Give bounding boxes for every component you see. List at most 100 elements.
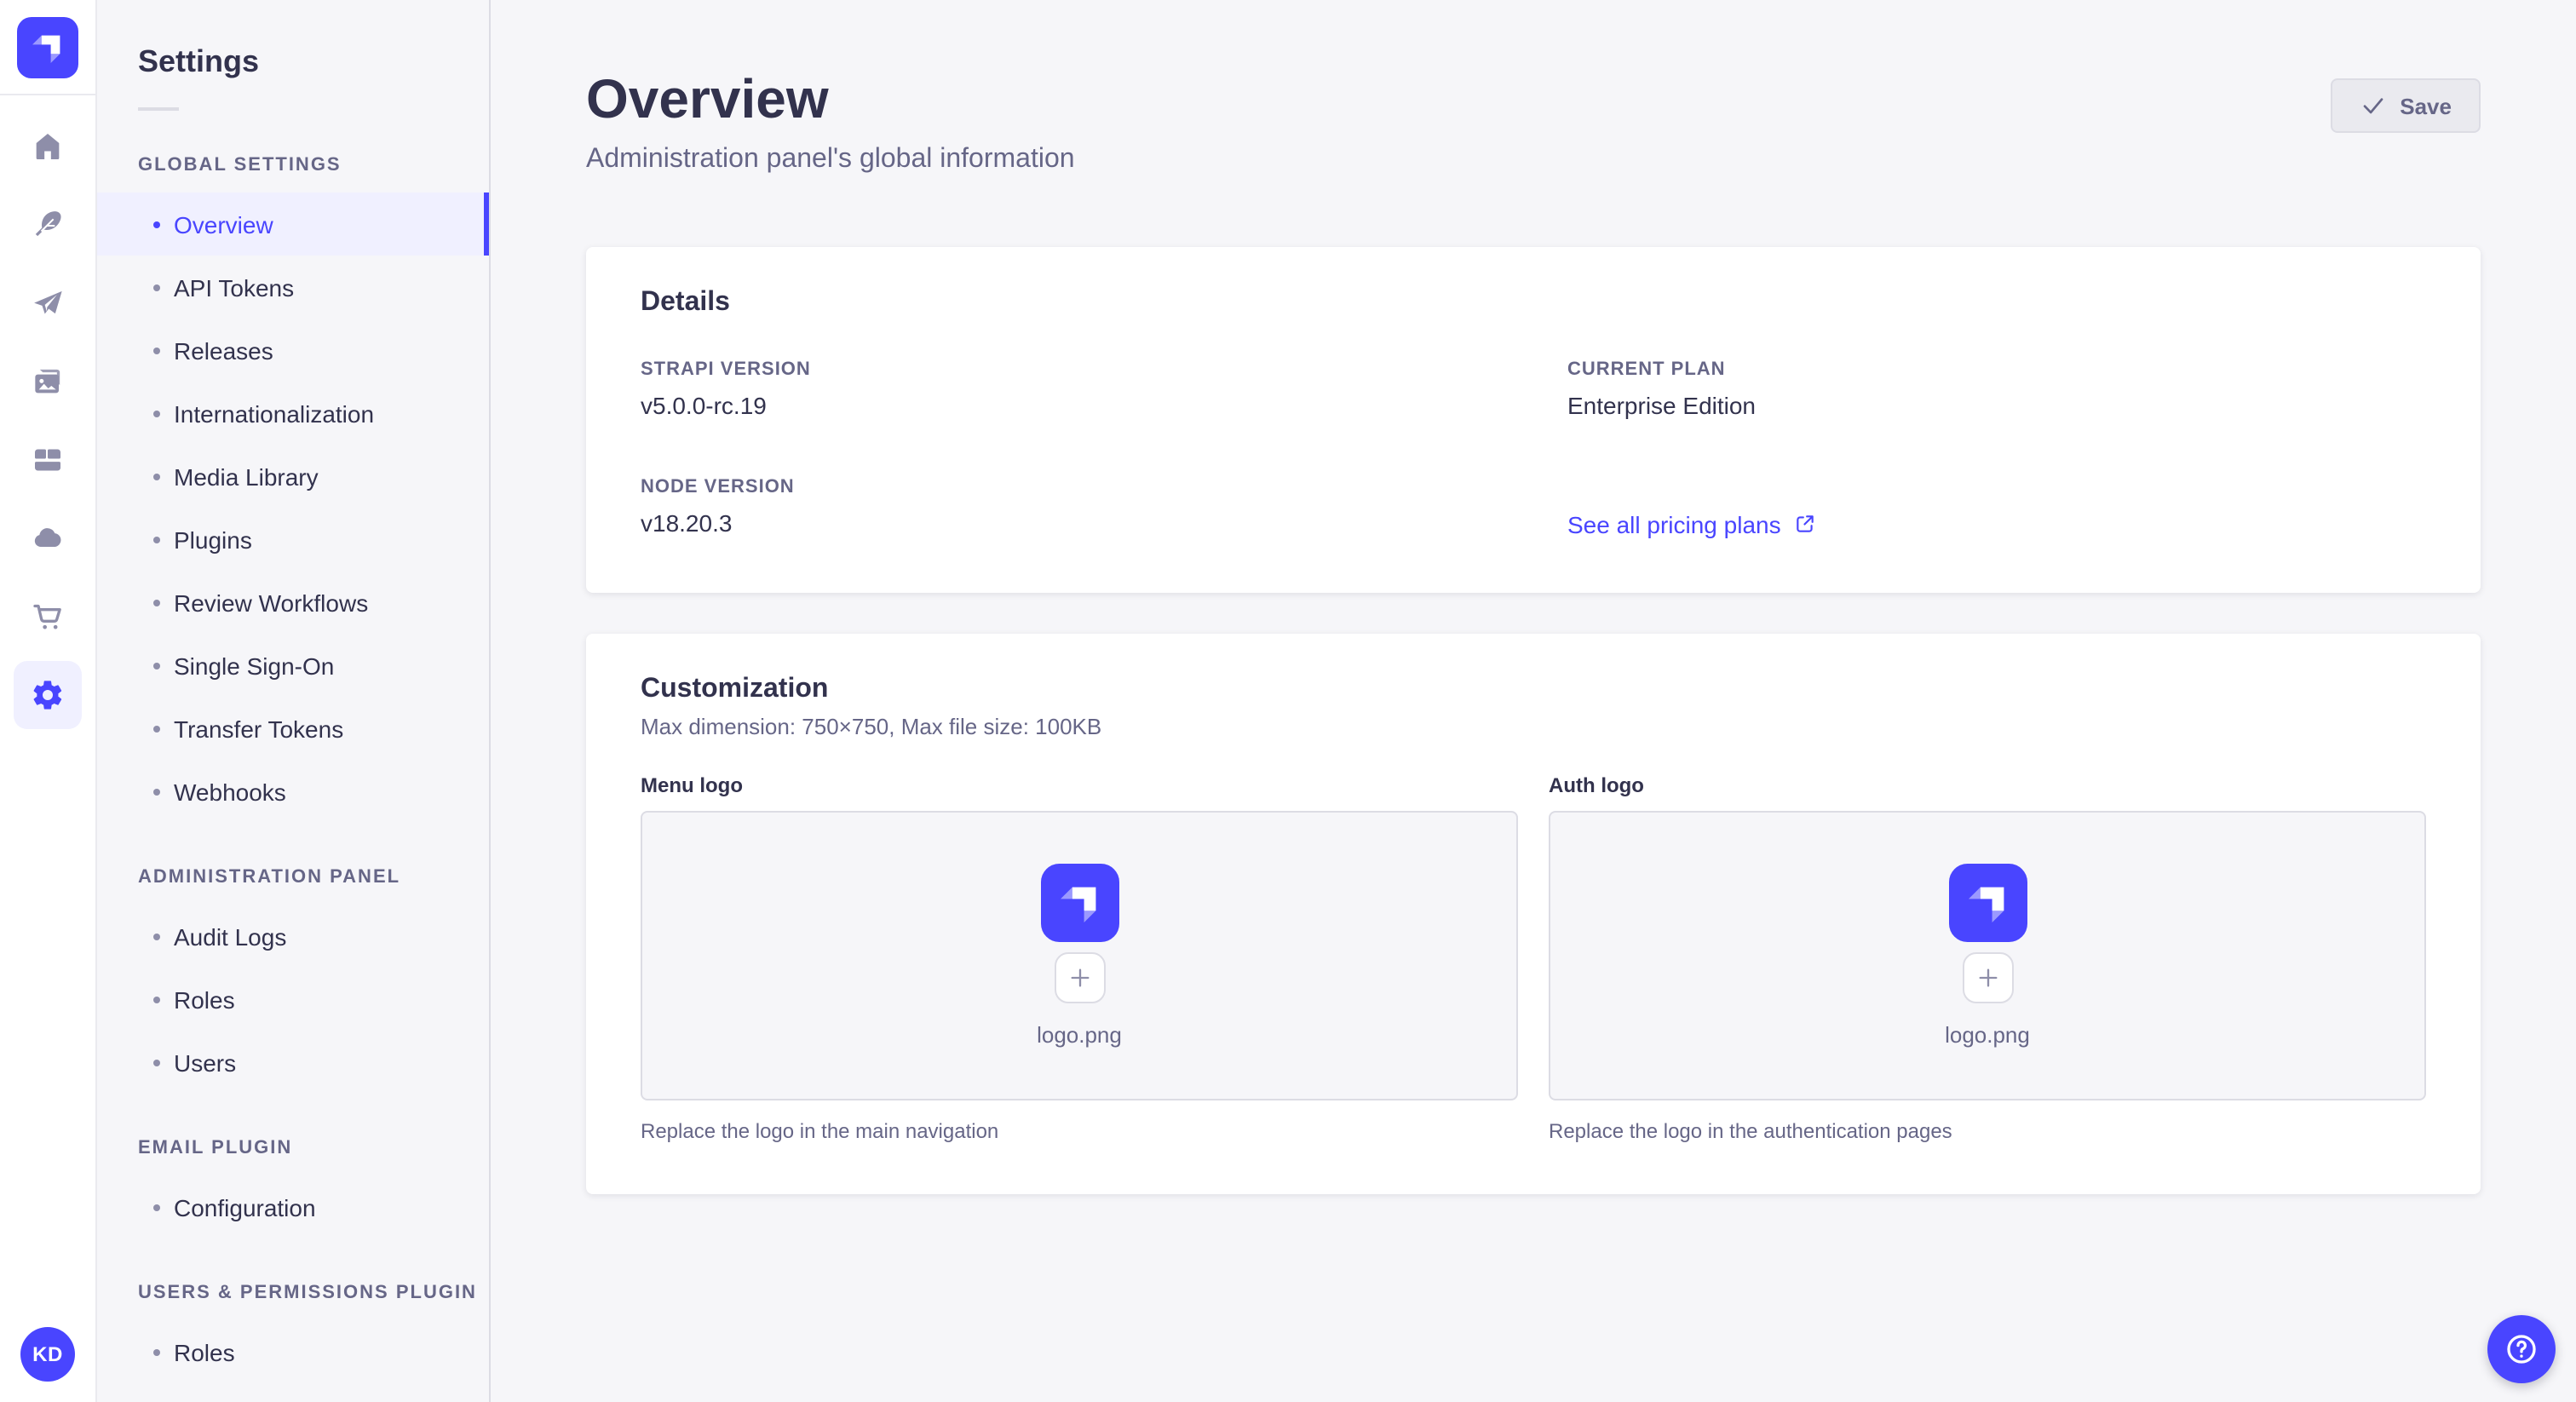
page-header: Overview Administration panel's global i… (586, 68, 2481, 175)
page-header-text: Overview Administration panel's global i… (586, 68, 1075, 175)
feather-icon[interactable] (14, 191, 82, 259)
sidebar-item-up-roles[interactable]: Roles (97, 1320, 489, 1383)
strapi-logo-preview (1948, 863, 2027, 942)
details-heading: Details (641, 287, 730, 317)
check-icon (2362, 98, 2383, 114)
section-label: ADMINISTRATION PANEL (138, 867, 401, 888)
menu-logo-label: Menu logo (641, 773, 743, 797)
sidebar-item-admin-users[interactable]: Users (97, 1031, 489, 1094)
menu-logo-block: Menu logo logo.png Replace the logo in t… (641, 773, 1518, 1143)
bullet-icon (153, 536, 160, 543)
bullet-icon (153, 221, 160, 227)
bullet-icon (153, 347, 160, 353)
auth-logo-filename: logo.png (1945, 1021, 2030, 1048)
main-content: Overview Administration panel's global i… (491, 0, 2576, 1402)
home-icon[interactable] (14, 112, 82, 181)
sidebar-title: Settings (138, 44, 260, 78)
details-left-column: STRAPI VERSION v5.0.0-rc.19 NODE VERSION… (641, 359, 1499, 542)
auth-logo-hint: Replace the logo in the authentication p… (1549, 1118, 1952, 1143)
bullet-icon (153, 599, 160, 606)
page-subtitle: Administration panel's global informatio… (586, 144, 1075, 174)
auth-logo-label: Auth logo (1549, 773, 1644, 797)
auth-logo-block: Auth logo logo.png Replace the logo in t… (1549, 773, 2426, 1143)
rail-icon-list (14, 95, 82, 1327)
cart-icon[interactable] (14, 583, 82, 651)
sidebar-item-review-workflows[interactable]: Review Workflows (97, 571, 489, 634)
plus-icon (1978, 968, 1997, 987)
bullet-icon (153, 1059, 160, 1066)
plus-icon (1070, 968, 1089, 987)
external-link-icon (1797, 515, 1814, 533)
details-right-column: CURRENT PLAN Enterprise Edition See all … (1567, 359, 2426, 542)
settings-sidebar: Settings GLOBAL SETTINGS Overview API To… (97, 0, 491, 1402)
field-label: NODE VERSION (641, 476, 795, 497)
bullet-icon (153, 933, 160, 939)
section-administration-panel: ADMINISTRATION PANEL Audit Logs Roles Us… (97, 867, 489, 1094)
menu-logo-filename: logo.png (1037, 1021, 1122, 1048)
add-menu-logo-button[interactable] (1054, 951, 1105, 1003)
user-avatar[interactable]: KD (20, 1327, 75, 1382)
strapi-version-field: STRAPI VERSION v5.0.0-rc.19 (641, 359, 1499, 419)
section-global-settings: GLOBAL SETTINGS Overview API Tokens Rele… (97, 155, 489, 823)
bullet-icon (153, 473, 160, 480)
sidebar-divider (138, 107, 179, 111)
sidebar-item-transfer-tokens[interactable]: Transfer Tokens (97, 697, 489, 760)
pricing-plans-link[interactable]: See all pricing plans (1567, 511, 1817, 538)
section-users-permissions-plugin: USERS & PERMISSIONS PLUGIN Roles Provide… (97, 1283, 489, 1402)
bullet-icon (153, 1204, 160, 1210)
question-circle-icon (2507, 1335, 2536, 1364)
gear-icon[interactable] (14, 661, 82, 729)
sidebar-item-plugins[interactable]: Plugins (97, 508, 489, 571)
cloud-icon[interactable] (14, 504, 82, 572)
customization-card: Customization Max dimension: 750×750, Ma… (586, 633, 2481, 1194)
field-value: v5.0.0-rc.19 (641, 391, 767, 419)
sidebar-item-releases[interactable]: Releases (97, 319, 489, 382)
current-plan-field: CURRENT PLAN Enterprise Edition (1567, 359, 2426, 419)
customization-constraints: Max dimension: 750×750, Max file size: 1… (641, 713, 1102, 739)
field-label: STRAPI VERSION (641, 359, 811, 380)
customization-heading: Customization (641, 674, 829, 704)
menu-logo-dropzone[interactable]: logo.png (641, 810, 1518, 1100)
nav-rail: KD (0, 0, 97, 1402)
sidebar-item-up-providers[interactable]: Providers (97, 1383, 489, 1402)
strapi-logo-preview (1040, 863, 1118, 942)
bullet-icon (153, 662, 160, 669)
bullet-icon (153, 725, 160, 732)
paper-plane-icon[interactable] (14, 269, 82, 337)
sidebar-item-email-configuration[interactable]: Configuration (97, 1175, 489, 1238)
bullet-icon (153, 1348, 160, 1355)
bullet-icon (153, 410, 160, 417)
details-card: Details STRAPI VERSION v5.0.0-rc.19 NODE… (586, 246, 2481, 593)
field-value: Enterprise Edition (1567, 391, 1757, 419)
bullet-icon (153, 788, 160, 795)
sidebar-item-webhooks[interactable]: Webhooks (97, 760, 489, 823)
sidebar-item-single-sign-on[interactable]: Single Sign-On (97, 634, 489, 697)
media-icon[interactable] (14, 348, 82, 416)
details-grid: STRAPI VERSION v5.0.0-rc.19 NODE VERSION… (641, 359, 2426, 542)
node-version-field: NODE VERSION v18.20.3 (641, 477, 1499, 537)
sidebar-item-api-tokens[interactable]: API Tokens (97, 256, 489, 319)
app-window: KD Settings GLOBAL SETTINGS Overview API… (0, 0, 2576, 1402)
menu-logo-hint: Replace the logo in the main navigation (641, 1118, 999, 1143)
strapi-logo-button[interactable] (0, 0, 95, 95)
section-label: EMAIL PLUGIN (138, 1138, 293, 1158)
section-label: USERS & PERMISSIONS PLUGIN (138, 1283, 477, 1303)
save-button[interactable]: Save (2330, 78, 2481, 133)
sidebar-item-media-library[interactable]: Media Library (97, 445, 489, 508)
sidebar-item-internationalization[interactable]: Internationalization (97, 382, 489, 445)
auth-logo-dropzone[interactable]: logo.png (1549, 810, 2426, 1100)
help-button[interactable] (2487, 1315, 2556, 1383)
sidebar-item-overview[interactable]: Overview (97, 192, 489, 256)
section-email-plugin: EMAIL PLUGIN Configuration (97, 1138, 489, 1238)
sidebar-item-audit-logs[interactable]: Audit Logs (97, 905, 489, 968)
page-title: Overview (586, 68, 829, 129)
layout-icon[interactable] (14, 426, 82, 494)
strapi-logo-icon (17, 16, 78, 78)
section-label: GLOBAL SETTINGS (138, 155, 342, 175)
bullet-icon (153, 996, 160, 1003)
add-auth-logo-button[interactable] (1962, 951, 2013, 1003)
sidebar-item-admin-roles[interactable]: Roles (97, 968, 489, 1031)
logos-grid: Menu logo logo.png Replace the logo in t… (641, 773, 2426, 1143)
field-label: CURRENT PLAN (1567, 359, 1726, 380)
field-value: v18.20.3 (641, 509, 733, 537)
